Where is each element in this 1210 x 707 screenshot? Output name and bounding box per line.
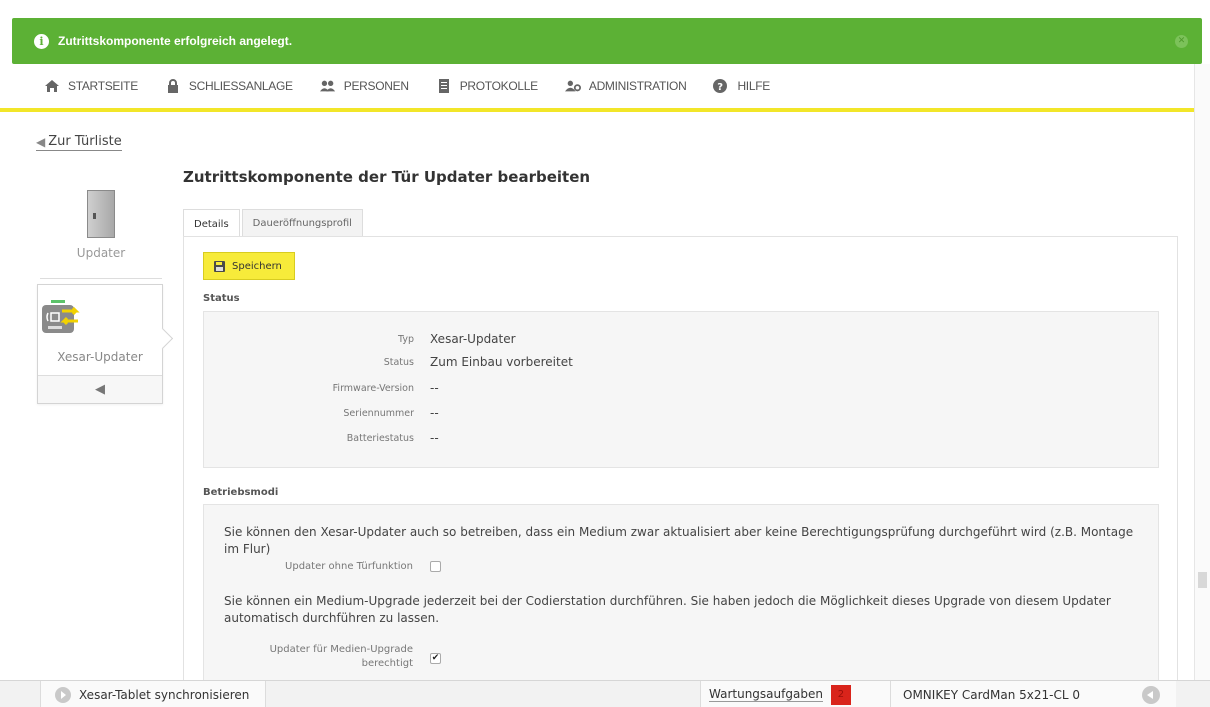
status-row-seriennummer: Seriennummer -- — [204, 406, 1158, 422]
nav-label: SCHLIESSANLAGE — [188, 79, 293, 93]
nav-label: PROTOKOLLE — [459, 79, 538, 93]
divider — [40, 278, 162, 279]
status-row-status: Status Zum Einbau vorbereitet — [204, 355, 1158, 371]
modes-heading: Betriebsmodi — [203, 487, 279, 498]
status-key: Status — [383, 357, 414, 368]
status-value: -- — [430, 431, 439, 445]
lock-icon — [167, 79, 178, 93]
nav-label: STARTSEITE — [68, 79, 138, 93]
tab-dauer-oeffnungsprofil[interactable]: Daueröffnungsprofil — [241, 209, 363, 237]
help-icon: ? — [713, 79, 728, 93]
home-icon — [45, 80, 59, 92]
option-label-line: Updater für Medien-Upgrade — [269, 644, 413, 655]
nav-item-administration[interactable]: ADMINISTRATION — [564, 79, 687, 93]
tab-details[interactable]: Details — [183, 209, 240, 238]
people-icon — [319, 80, 335, 92]
admin-users-icon — [564, 80, 581, 92]
status-value: Xesar-Updater — [430, 332, 516, 346]
success-notification: i Zutrittskomponente erfolgreich angeleg… — [12, 18, 1202, 64]
nav-label: ADMINISTRATION — [588, 79, 687, 93]
component-back-button[interactable]: ◀ — [38, 375, 162, 403]
status-row-typ: Typ Xesar-Updater — [204, 332, 1158, 348]
nav-item-personen[interactable]: PERSONEN — [319, 79, 409, 93]
nav-label: HILFE — [737, 79, 770, 93]
door-card[interactable]: Updater — [40, 180, 162, 275]
status-key: Seriennummer — [343, 408, 414, 419]
back-to-door-list-link[interactable]: ◀ Zur Türliste — [36, 134, 122, 151]
reader-label: OMNIKEY CardMan 5x21-CL 0 — [903, 687, 1080, 702]
maintenance-label: Wartungsaufgaben — [709, 687, 823, 702]
maintenance-count-badge: 2 — [830, 684, 851, 705]
modes-box: Sie können den Xesar-Updater auch so bet… — [203, 504, 1159, 694]
nav-item-schliessanlage[interactable]: SCHLIESSANLAGE — [165, 79, 293, 93]
nav-item-startseite[interactable]: STARTSEITE — [44, 79, 138, 93]
status-row-firmware: Firmware-Version -- — [204, 381, 1158, 397]
nav-item-protokolle[interactable]: PROTOKOLLE — [436, 79, 538, 93]
option-label-media-upgrade: Updater für Medien-Upgrade berechtigt — [270, 643, 413, 671]
play-icon — [55, 686, 71, 703]
sync-label: Xesar-Tablet synchronisieren — [79, 687, 250, 702]
option-label-line: berechtigt — [361, 658, 413, 669]
status-value: -- — [430, 381, 439, 395]
no-door-function-checkbox[interactable] — [430, 561, 441, 572]
notification-message: Zutrittskomponente erfolgreich angelegt. — [58, 34, 293, 48]
nav-item-hilfe[interactable]: ? HILFE — [713, 79, 770, 93]
back-arrow-icon: ◀ — [36, 134, 46, 149]
page-scrollbar[interactable] — [1194, 64, 1210, 680]
close-icon[interactable]: ✕ — [1175, 35, 1188, 48]
nav-label: PERSONEN — [343, 79, 409, 93]
maintenance-tasks[interactable]: Wartungsaufgaben 2 — [700, 681, 890, 707]
status-key: Typ — [398, 334, 414, 345]
door-label: Updater — [76, 246, 126, 260]
status-row-batterie: Batteriestatus -- — [204, 431, 1158, 447]
bottom-status-bar: Xesar-Tablet synchronisieren Wartungsauf… — [0, 680, 1210, 707]
save-button-label: Speichern — [232, 260, 282, 272]
component-label: Xesar-Updater — [57, 350, 143, 364]
page-title: Zutrittskomponente der Tür Updater bearb… — [183, 168, 591, 186]
status-key: Firmware-Version — [332, 383, 414, 394]
status-box: Typ Xesar-Updater Status Zum Einbau vorb… — [203, 311, 1159, 468]
card-reader-status: OMNIKEY CardMan 5x21-CL 0 — [890, 681, 1176, 707]
info-icon: i — [34, 33, 49, 49]
status-value: Zum Einbau vorbereitet — [430, 355, 573, 369]
back-arrow-icon: ◀ — [95, 382, 105, 397]
status-key: Batteriestatus — [346, 433, 414, 444]
back-link-label: Zur Türliste — [48, 134, 122, 149]
status-value: -- — [430, 406, 439, 420]
svg-text:?: ? — [718, 82, 724, 93]
tab-bar: Details Daueröffnungsprofil — [183, 209, 365, 238]
option-label-no-door-function: Updater ohne Türfunktion — [285, 561, 413, 572]
reader-back-icon[interactable] — [1142, 686, 1160, 704]
modes-description-1: Sie können den Xesar-Updater auch so bet… — [224, 525, 1134, 556]
modes-description-2: Sie können ein Medium-Upgrade jederzeit … — [224, 594, 1111, 625]
document-icon — [438, 79, 449, 93]
sync-tablet-button[interactable]: Xesar-Tablet synchronisieren — [40, 681, 266, 707]
floppy-disk-icon — [214, 260, 225, 272]
main-nav: STARTSEITE SCHLIESSANLAGE PERSONEN PROTO… — [0, 64, 1210, 112]
media-upgrade-checkbox[interactable]: ✔ — [430, 653, 441, 664]
scrollbar-thumb[interactable] — [1198, 572, 1207, 588]
updater-device-icon — [42, 300, 80, 333]
status-heading: Status — [203, 293, 240, 304]
door-icon — [87, 190, 115, 238]
component-card[interactable]: Xesar-Updater ◀ — [37, 284, 163, 404]
save-button[interactable]: Speichern — [203, 252, 295, 280]
